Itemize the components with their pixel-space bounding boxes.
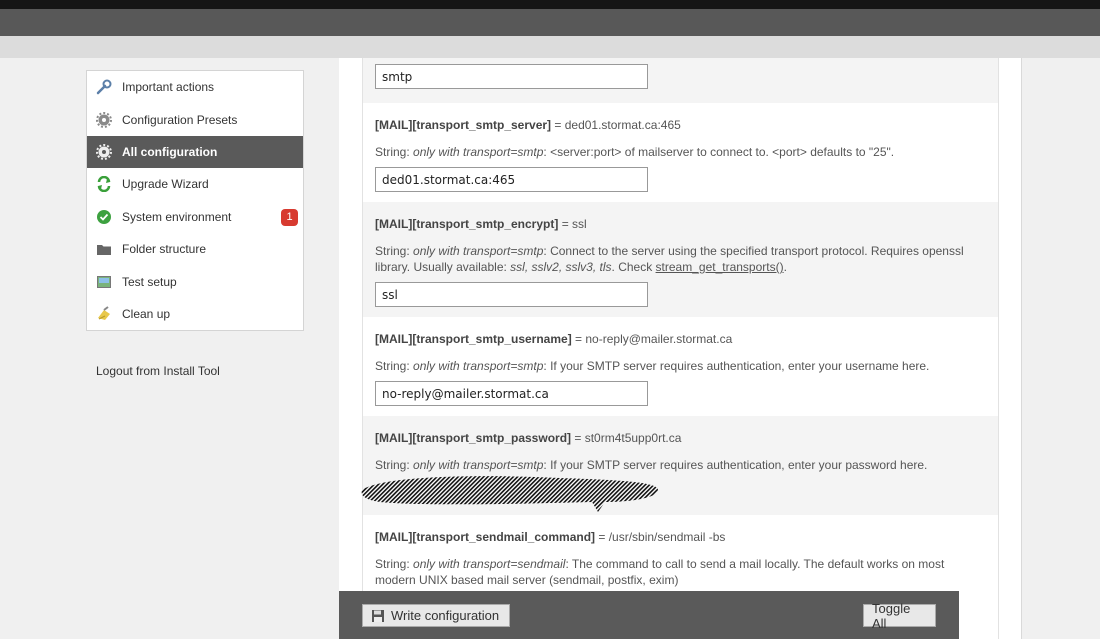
config-condition: only with transport=smtp: [413, 458, 544, 472]
sub-header-bar: [0, 36, 1100, 58]
config-title: [MAIL][transport_smtp_server] = ded01.st…: [375, 118, 998, 132]
config-row-smtp-server: [MAIL][transport_smtp_server] = ded01.st…: [363, 103, 998, 202]
config-type: String:: [375, 145, 414, 159]
sidebar-item-label: Upgrade Wizard: [122, 177, 209, 192]
image-icon: [95, 273, 112, 290]
config-title: [MAIL][transport_smtp_encrypt] = ssl: [375, 217, 998, 231]
smtp-server-input[interactable]: [375, 167, 648, 192]
sidebar-item-label: System environment: [122, 209, 232, 224]
config-description: String: only with transport=smtp: Connec…: [375, 243, 975, 275]
config-key: [MAIL][transport_sendmail_command]: [375, 530, 596, 544]
write-configuration-button[interactable]: Write configuration: [362, 604, 510, 627]
config-condition: only with transport=smtp: [413, 244, 544, 258]
stream-get-transports-link[interactable]: stream_get_transports(): [656, 260, 784, 274]
config-key: [MAIL][transport_smtp_encrypt]: [375, 217, 559, 231]
wrench-icon: [95, 79, 112, 96]
sidebar-item-clean-up[interactable]: Clean up: [87, 298, 303, 330]
redaction-scribble: [361, 476, 658, 512]
sidebar-item-label: Important actions: [122, 80, 215, 95]
refresh-icon: [95, 176, 112, 193]
sidebar-menu: Important actions Configuration Presets …: [86, 70, 304, 331]
transport-value-input[interactable]: [375, 64, 648, 89]
logout-link[interactable]: Logout from Install Tool: [96, 364, 220, 378]
sidebar-item-label: Clean up: [122, 306, 171, 321]
config-current-value: = ded01.stormat.ca:465: [551, 118, 681, 132]
config-desc-text: : If your SMTP server requires authentic…: [543, 359, 930, 373]
config-description: String: only with transport=smtp: <serve…: [375, 144, 975, 160]
config-description: String: only with transport=sendmail: Th…: [375, 556, 975, 588]
header-bar: [0, 9, 1100, 36]
write-configuration-label: Write configuration: [391, 608, 500, 623]
config-type: String:: [375, 557, 414, 571]
sidebar-item-configuration-presets[interactable]: Configuration Presets: [87, 103, 303, 135]
config-list: [MAIL][transport_smtp_server] = ded01.st…: [362, 58, 998, 639]
sidebar-item-important-actions[interactable]: Important actions: [87, 71, 303, 103]
config-desc-text: . Check: [611, 260, 656, 274]
config-type: String:: [375, 458, 414, 472]
sidebar-item-all-configuration[interactable]: All configuration: [87, 135, 303, 169]
config-condition: only with transport=smtp: [413, 145, 544, 159]
config-desc-text: .: [783, 260, 787, 274]
config-current-value: = no-reply@mailer.stormat.ca: [571, 332, 733, 346]
config-current-value: = ssl: [558, 217, 587, 231]
toggle-all-button[interactable]: Toggle All: [863, 601, 936, 631]
config-type: String:: [375, 359, 414, 373]
config-title: [MAIL][transport_smtp_password] = st0rm4…: [375, 431, 998, 445]
sidebar-item-label: Test setup: [122, 274, 177, 289]
config-condition: only with transport=sendmail: [413, 557, 566, 571]
config-title: [MAIL][transport_smtp_username] = no-rep…: [375, 332, 998, 346]
config-row-smtp-encrypt: [MAIL][transport_smtp_encrypt] = ssl Str…: [363, 202, 998, 317]
config-desc-text: : <server:port> of mailserver to connect…: [543, 145, 895, 159]
gear-icon: [95, 143, 112, 160]
gear-icon: [95, 111, 112, 128]
config-key: [MAIL][transport_smtp_server]: [375, 118, 552, 132]
sidebar-item-label: All configuration: [122, 144, 218, 159]
config-row-smtp-username: [MAIL][transport_smtp_username] = no-rep…: [363, 317, 998, 416]
check-circle-icon: [95, 208, 112, 225]
config-description: String: only with transport=smtp: If you…: [375, 457, 975, 473]
sidebar-item-system-environment[interactable]: System environment 1: [87, 201, 303, 233]
config-current-value: = st0rm4t5upp0rt.ca: [571, 431, 682, 445]
save-icon: [371, 609, 385, 623]
config-condition: only with transport=smtp: [413, 359, 544, 373]
smtp-encrypt-input[interactable]: [375, 282, 648, 307]
sidebar-item-label: Configuration Presets: [122, 112, 238, 127]
config-desc-text: : If your SMTP server requires authentic…: [543, 458, 928, 472]
main-right-gutter: [998, 58, 1022, 639]
config-description: String: only with transport=smtp: If you…: [375, 358, 975, 374]
broom-icon: [95, 305, 112, 322]
window-top-bar: [0, 0, 1100, 9]
footer-bar: Write configuration Toggle All: [339, 591, 959, 639]
sidebar-item-test-setup[interactable]: Test setup: [87, 265, 303, 297]
config-available-protocols: ssl, sslv2, sslv3, tls: [510, 260, 612, 274]
smtp-username-input[interactable]: [375, 381, 648, 406]
config-key: [MAIL][transport_smtp_password]: [375, 431, 572, 445]
config-row-transport: [363, 58, 998, 103]
status-badge: 1: [281, 208, 298, 226]
sidebar-item-folder-structure[interactable]: Folder structure: [87, 233, 303, 265]
sidebar-item-upgrade-wizard[interactable]: Upgrade Wizard: [87, 168, 303, 200]
config-title: [MAIL][transport_sendmail_command] = /us…: [375, 530, 998, 544]
config-key: [MAIL][transport_smtp_username]: [375, 332, 572, 346]
folder-icon: [95, 241, 112, 258]
main-content: [MAIL][transport_smtp_server] = ded01.st…: [339, 58, 1022, 639]
config-current-value: = /usr/sbin/sendmail -bs: [595, 530, 726, 544]
config-type: String:: [375, 244, 414, 258]
sidebar-item-label: Folder structure: [122, 242, 207, 257]
